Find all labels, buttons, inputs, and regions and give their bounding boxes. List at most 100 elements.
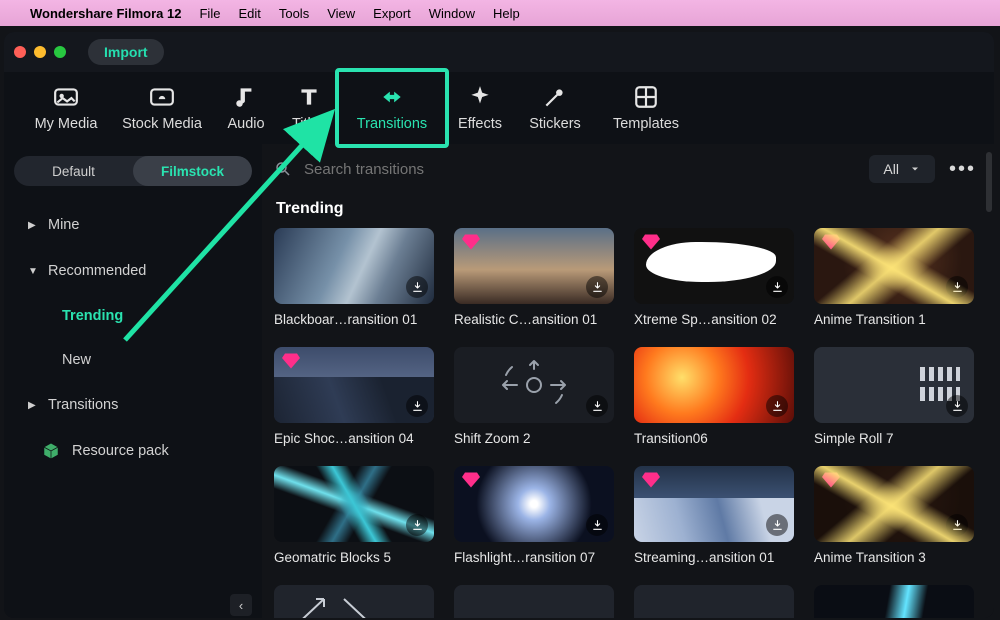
tab-transitions[interactable]: Transitions [340, 78, 444, 136]
tree-transitions[interactable]: ▶Transitions [14, 382, 252, 428]
scrollbar[interactable] [986, 152, 992, 212]
window-close-button[interactable] [14, 46, 26, 58]
import-button[interactable]: Import [88, 39, 164, 65]
menu-file[interactable]: File [199, 6, 220, 21]
more-options-button[interactable]: ••• [949, 158, 976, 181]
transition-thumbnail[interactable] [634, 466, 794, 542]
window-minimize-button[interactable] [34, 46, 46, 58]
tab-effects[interactable]: Effects [444, 78, 516, 136]
transition-title: Epic Shoc…ansition 04 [274, 431, 434, 446]
transition-card[interactable]: Anime Transition 3 [814, 466, 974, 565]
tab-label: Stickers [529, 116, 581, 132]
download-button[interactable] [586, 276, 608, 298]
transition-card[interactable]: Geomatric Blocks 5 [274, 466, 434, 565]
search-input[interactable] [302, 160, 536, 179]
transition-thumbnail[interactable] [814, 585, 974, 618]
tree-label: Transitions [48, 397, 118, 413]
transition-thumbnail[interactable] [454, 347, 614, 423]
transition-title: Anime Transition 1 [814, 312, 974, 327]
collapse-sidebar-button[interactable]: ‹ [230, 594, 252, 616]
tree-mine[interactable]: ▶Mine [14, 202, 252, 248]
transition-thumbnail[interactable] [634, 585, 794, 618]
transition-card[interactable]: Blackboar…ransition 01 [274, 228, 434, 327]
download-button[interactable] [766, 514, 788, 536]
download-button[interactable] [766, 395, 788, 417]
transition-thumbnail[interactable] [274, 347, 434, 423]
tree-label: Trending [62, 308, 123, 324]
app-window: Import My Media Stock Media Audio Titles… [4, 32, 994, 618]
tab-label: Stock Media [122, 116, 202, 132]
download-button[interactable] [586, 514, 608, 536]
cloud-icon [149, 84, 175, 110]
menu-export[interactable]: Export [373, 6, 411, 21]
filter-dropdown[interactable]: All [869, 155, 935, 183]
transition-card[interactable]: Shift Zoom 2 [454, 347, 614, 446]
transition-card[interactable]: Anime Transition 1 [814, 228, 974, 327]
download-button[interactable] [406, 395, 428, 417]
transition-card[interactable] [814, 585, 974, 618]
sparkle-icon [467, 84, 493, 110]
tree-resource-pack[interactable]: Resource pack [14, 428, 252, 474]
transition-title: Streaming…ansition 01 [634, 550, 794, 565]
tree-recommended[interactable]: ▼Recommended [14, 248, 252, 294]
grid-icon [633, 84, 659, 110]
window-zoom-button[interactable] [54, 46, 66, 58]
text-icon [296, 84, 322, 110]
menu-help[interactable]: Help [493, 6, 520, 21]
section-title: Trending [276, 200, 988, 218]
tree-trending[interactable]: Trending [62, 294, 252, 338]
transition-card[interactable]: Realistic C…ansition 01 [454, 228, 614, 327]
app-name[interactable]: Wondershare Filmora 12 [30, 6, 181, 21]
transition-thumbnail[interactable] [814, 347, 974, 423]
transition-thumbnail[interactable] [454, 228, 614, 304]
section-tabs: My Media Stock Media Audio Titles Transi… [4, 72, 994, 144]
segment-default[interactable]: Default [14, 156, 133, 186]
download-button[interactable] [946, 514, 968, 536]
tab-label: Transitions [357, 116, 427, 132]
transition-card[interactable]: Flashlight…ransition 07 [454, 466, 614, 565]
download-button[interactable] [946, 276, 968, 298]
tab-stock-media[interactable]: Stock Media [110, 78, 214, 136]
download-button[interactable] [946, 395, 968, 417]
segment-filmstock[interactable]: Filmstock [133, 156, 252, 186]
search-box[interactable] [274, 160, 574, 179]
transition-thumbnail[interactable] [274, 228, 434, 304]
macos-menubar: Wondershare Filmora 12 File Edit Tools V… [0, 0, 1000, 26]
transition-thumbnail[interactable] [274, 585, 434, 618]
transition-card[interactable]: Xtreme Sp…ansition 02 [634, 228, 794, 327]
tab-templates[interactable]: Templates [594, 78, 698, 136]
transition-thumbnail[interactable] [814, 466, 974, 542]
download-button[interactable] [406, 514, 428, 536]
transition-thumbnail[interactable] [454, 585, 614, 618]
download-button[interactable] [406, 276, 428, 298]
transition-thumbnail[interactable] [454, 466, 614, 542]
tab-my-media[interactable]: My Media [22, 78, 110, 136]
transition-card[interactable] [274, 585, 434, 618]
tab-stickers[interactable]: Stickers [516, 78, 594, 136]
menu-tools[interactable]: Tools [279, 6, 309, 21]
transition-card[interactable] [634, 585, 794, 618]
tab-audio[interactable]: Audio [214, 78, 278, 136]
transition-card[interactable]: Transition06 [634, 347, 794, 446]
transition-title: Flashlight…ransition 07 [454, 550, 614, 565]
library-source-segment[interactable]: Default Filmstock [14, 156, 252, 186]
transition-thumbnail[interactable] [814, 228, 974, 304]
transition-title: Realistic C…ansition 01 [454, 312, 614, 327]
download-button[interactable] [586, 395, 608, 417]
download-button[interactable] [766, 276, 788, 298]
transition-thumbnail[interactable] [274, 466, 434, 542]
transition-thumbnail[interactable] [634, 347, 794, 423]
menu-window[interactable]: Window [429, 6, 475, 21]
menu-edit[interactable]: Edit [238, 6, 260, 21]
transition-card[interactable] [454, 585, 614, 618]
transition-thumbnail[interactable] [634, 228, 794, 304]
main-content: All ••• Trending Blackboar…ransition 01 R… [262, 144, 994, 618]
sidebar-tree: ▶Mine ▼Recommended Trending New ▶Transit… [14, 202, 252, 474]
tree-label: Mine [48, 217, 79, 233]
transition-card[interactable]: Simple Roll 7 [814, 347, 974, 446]
transition-card[interactable]: Streaming…ansition 01 [634, 466, 794, 565]
tree-new[interactable]: New [62, 338, 252, 382]
menu-view[interactable]: View [327, 6, 355, 21]
tab-titles[interactable]: Titles [278, 78, 340, 136]
transition-card[interactable]: Epic Shoc…ansition 04 [274, 347, 434, 446]
